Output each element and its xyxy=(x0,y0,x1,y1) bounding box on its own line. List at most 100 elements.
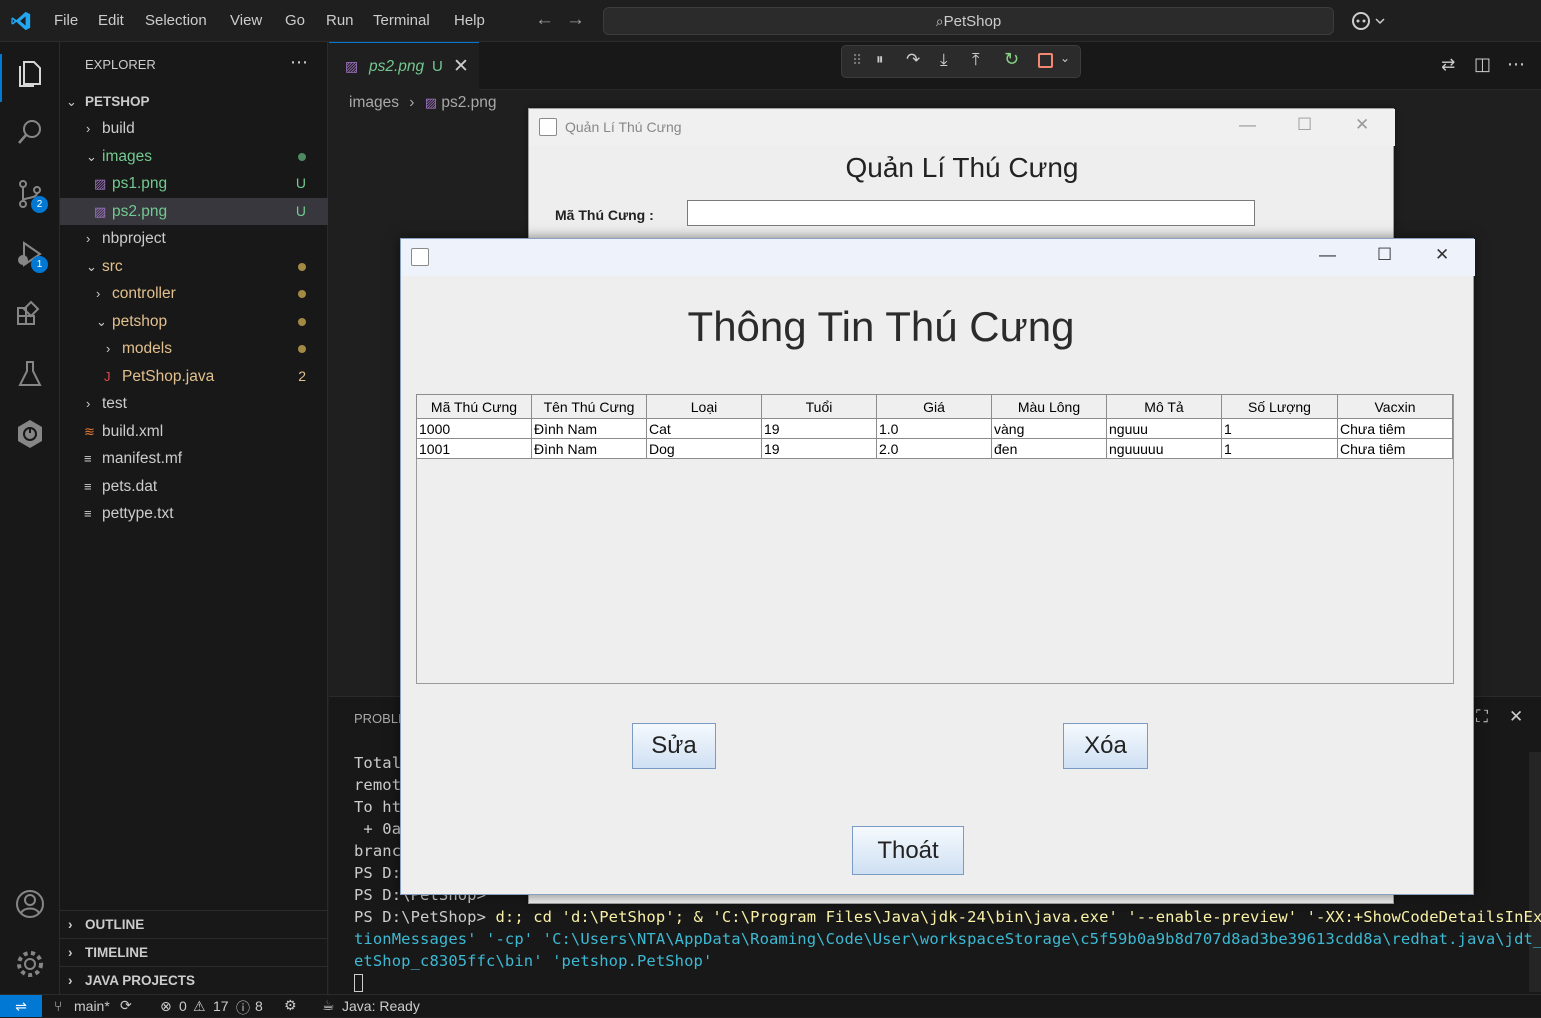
menu-file[interactable]: File xyxy=(54,12,78,29)
table-cell[interactable]: nguuu xyxy=(1106,418,1222,439)
menu-go[interactable]: Go xyxy=(285,12,305,29)
table-column-header[interactable]: Tên Thú Cưng xyxy=(531,394,647,419)
table-column-header[interactable]: Vacxin xyxy=(1337,394,1453,419)
tree-item[interactable]: ≡ manifest.mf xyxy=(60,445,328,472)
pause-icon[interactable]: ⏸ xyxy=(876,51,884,68)
java-status[interactable]: Java: Ready xyxy=(342,998,420,1014)
close-tab-icon[interactable]: ✕ xyxy=(453,55,469,78)
forward-arrow-icon[interactable]: → xyxy=(566,9,585,31)
tree-item[interactable]: › test xyxy=(60,390,328,417)
tree-item[interactable]: › models xyxy=(60,335,328,362)
table-cell[interactable]: đen xyxy=(991,438,1107,459)
table-cell[interactable]: 19 xyxy=(761,418,877,439)
menu-terminal[interactable]: Terminal xyxy=(373,12,430,29)
maximize-icon[interactable]: ☐ xyxy=(1297,115,1312,135)
terminal-scrollbar[interactable] xyxy=(1529,752,1541,992)
edit-button[interactable]: Sửa xyxy=(632,723,716,769)
menu-edit[interactable]: Edit xyxy=(98,12,124,29)
split-editor-icon[interactable]: ◫ xyxy=(1474,54,1491,75)
more-actions-icon[interactable]: ⋯ xyxy=(290,52,308,73)
table-cell[interactable]: nguuuuu xyxy=(1106,438,1222,459)
drag-handle-icon[interactable]: ⠿ xyxy=(852,52,862,69)
breadcrumb-images[interactable]: images xyxy=(349,94,399,111)
close-icon[interactable]: ✕ xyxy=(1355,115,1369,135)
table-column-header[interactable]: Mô Tả xyxy=(1106,394,1222,419)
sync-icon[interactable]: ⟳ xyxy=(120,997,132,1014)
spring-boot-icon[interactable] xyxy=(14,418,46,450)
table-cell[interactable]: Chưa tiêm xyxy=(1337,418,1453,439)
extensions-icon[interactable] xyxy=(14,298,46,330)
table-cell[interactable]: Đình Nam xyxy=(531,418,647,439)
stop-icon[interactable] xyxy=(1038,53,1053,68)
breadcrumb-file[interactable]: ps2.png xyxy=(441,94,496,111)
remote-indicator-icon[interactable]: ⇌ xyxy=(0,995,42,1017)
search-view-icon[interactable] xyxy=(14,116,46,148)
section-java-projects[interactable]: › JAVA PROJECTS xyxy=(60,966,328,994)
tree-item[interactable]: J PetShop.java 2 xyxy=(60,363,328,390)
table-cell[interactable]: vàng xyxy=(991,418,1107,439)
error-count[interactable]: 0 xyxy=(179,998,187,1014)
table-cell[interactable]: 1.0 xyxy=(876,418,992,439)
command-center-search[interactable]: ⌕PetShop xyxy=(603,7,1334,35)
debug-launch-icon[interactable]: ⚙ xyxy=(284,997,297,1014)
tree-item[interactable]: › build xyxy=(60,115,328,142)
testing-icon[interactable] xyxy=(14,358,46,390)
exit-button[interactable]: Thoát xyxy=(852,826,964,875)
info-count[interactable]: 8 xyxy=(255,998,263,1014)
table-cell[interactable]: Dog xyxy=(646,438,762,459)
table-column-header[interactable]: Giá xyxy=(876,394,992,419)
menu-view[interactable]: View xyxy=(230,12,262,29)
maximize-icon[interactable]: ☐ xyxy=(1377,245,1392,265)
copilot-icon[interactable] xyxy=(1350,10,1386,32)
table-row[interactable]: 1001 Đình Nam Dog 19 2.0 đen nguuuuu 1 Chưa tiêm xyxy=(416,438,1453,459)
panel-tab-problems[interactable]: PROBLE xyxy=(354,711,407,726)
table-cell[interactable]: 19 xyxy=(761,438,877,459)
compare-changes-icon[interactable]: ⇄ xyxy=(1441,55,1455,75)
section-timeline[interactable]: › TIMELINE xyxy=(60,938,328,966)
table-column-header[interactable]: Số Lượng xyxy=(1221,394,1338,419)
minimize-icon[interactable]: — xyxy=(1239,115,1256,135)
tree-root-petshop[interactable]: ⌄ PETSHOP xyxy=(60,88,328,115)
warning-count[interactable]: 17 xyxy=(213,998,229,1014)
back-arrow-icon[interactable]: ← xyxy=(535,9,554,31)
editor-more-icon[interactable]: ⋯ xyxy=(1507,54,1525,75)
branch-name[interactable]: main* xyxy=(74,998,110,1014)
table-column-header[interactable]: Màu Lông xyxy=(991,394,1107,419)
tree-item[interactable]: ≡ pettype.txt xyxy=(60,500,328,527)
step-over-icon[interactable]: ↷ xyxy=(906,50,920,70)
account-icon[interactable] xyxy=(14,888,46,920)
tree-item[interactable]: › controller xyxy=(60,280,328,307)
table-column-header[interactable]: Loại xyxy=(646,394,762,419)
menu-selection[interactable]: Selection xyxy=(145,12,207,29)
close-panel-icon[interactable]: ✕ xyxy=(1509,707,1523,727)
table-cell[interactable]: 1001 xyxy=(416,438,532,459)
tree-item[interactable]: ▨ ps2.png U xyxy=(60,197,328,225)
section-outline[interactable]: › OUTLINE xyxy=(60,910,328,938)
table-column-header[interactable]: Tuổi xyxy=(761,394,877,419)
tree-item[interactable]: ≋ build.xml xyxy=(60,418,328,445)
step-out-icon[interactable]: ⤒ xyxy=(972,50,980,70)
pet-table[interactable]: Mã Thú Cưng Tên Thú Cưng Loại Tuổi Giá Màu Lô… xyxy=(416,394,1453,459)
maximize-panel-icon[interactable]: ⛶ xyxy=(1476,707,1488,727)
explorer-icon[interactable] xyxy=(14,58,46,90)
chevron-down-icon[interactable]: ⌄ xyxy=(1060,51,1070,65)
tree-item[interactable]: ⌄ src xyxy=(60,253,328,280)
tree-item[interactable]: ≡ pets.dat xyxy=(60,473,328,500)
table-cell[interactable]: Đình Nam xyxy=(531,438,647,459)
pet-id-input[interactable] xyxy=(687,200,1255,226)
table-row[interactable]: 1000 Đình Nam Cat 19 1.0 vàng nguuu 1 Chưa tiêm xyxy=(416,418,1453,439)
tree-item[interactable]: ▨ ps1.png U xyxy=(60,170,328,197)
tree-item[interactable]: › nbproject xyxy=(60,225,328,252)
menu-run[interactable]: Run xyxy=(326,12,354,29)
delete-button[interactable]: Xóa xyxy=(1063,723,1148,769)
table-cell[interactable]: 1 xyxy=(1221,438,1338,459)
restart-icon[interactable]: ↻ xyxy=(1004,49,1019,70)
table-cell[interactable]: 1 xyxy=(1221,418,1338,439)
table-cell[interactable]: Cat xyxy=(646,418,762,439)
table-cell[interactable]: 1000 xyxy=(416,418,532,439)
close-icon[interactable]: ✕ xyxy=(1435,245,1449,265)
tree-item[interactable]: ⌄ images xyxy=(60,143,328,170)
table-cell[interactable]: Chưa tiêm xyxy=(1337,438,1453,459)
table-column-header[interactable]: Mã Thú Cưng xyxy=(416,394,532,419)
tree-item[interactable]: ⌄ petshop xyxy=(60,308,328,335)
